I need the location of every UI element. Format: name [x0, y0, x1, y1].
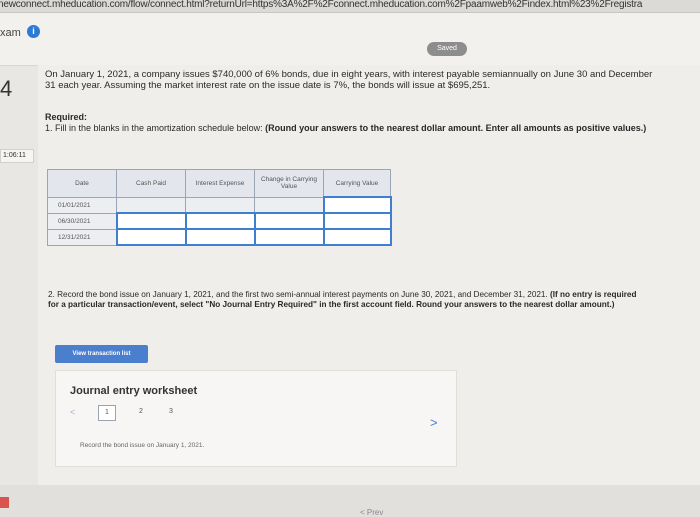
col-date: Date: [47, 169, 117, 198]
row-date: 12/31/2021: [47, 228, 117, 246]
interest-expense-input[interactable]: [184, 228, 256, 246]
page-2-button[interactable]: 2: [133, 405, 149, 419]
question-number: 4: [0, 76, 13, 101]
row-date: 06/30/2021: [47, 212, 117, 230]
footer-bar: [0, 485, 700, 517]
footer-prev-button[interactable]: < Prev: [360, 508, 383, 517]
journal-title: Journal entry worksheet: [70, 385, 198, 397]
required-section: Required: 1. Fill in the blanks in the a…: [45, 112, 665, 134]
cash-paid-cell-empty: [116, 196, 186, 214]
part2-instructions: 2. Record the bond issue on January 1, 2…: [48, 290, 648, 310]
table-row: 12/31/2021: [47, 228, 392, 246]
change-carrying-cell-empty: [254, 196, 324, 214]
url-text: newconnect.mheducation.com/flow/connect.…: [0, 0, 643, 10]
next-page-icon[interactable]: >: [430, 415, 438, 430]
interest-expense-cell-empty: [185, 196, 255, 214]
page-3-button[interactable]: 3: [163, 405, 179, 419]
schedule-header-row: Date Cash Paid Interest Expense Change i…: [47, 169, 391, 198]
col-change-carrying-value: Change in Carrying Value: [254, 169, 324, 198]
carrying-value-input[interactable]: [322, 196, 392, 214]
page-1-button[interactable]: 1: [98, 405, 116, 421]
table-row: 01/01/2021: [47, 196, 392, 214]
saved-status-badge: Saved: [427, 42, 467, 56]
exam-label: xam: [0, 27, 21, 39]
cash-paid-input[interactable]: [115, 212, 187, 230]
view-transaction-list-button[interactable]: View transaction list: [55, 345, 148, 363]
question-text: On January 1, 2021, a company issues $74…: [45, 69, 653, 91]
required-instruction: 1. Fill in the blanks in the amortizatio…: [45, 123, 266, 133]
journal-hint: Record the bond issue on January 1, 2021…: [80, 442, 205, 449]
table-row: 06/30/2021: [47, 212, 392, 230]
top-bar: xam i Saved: [0, 13, 700, 66]
prev-page-icon[interactable]: <: [70, 407, 75, 417]
col-interest-expense: Interest Expense: [185, 169, 255, 198]
row-date: 01/01/2021: [47, 196, 117, 214]
carrying-value-input[interactable]: [322, 212, 392, 230]
required-rounding-note: (Round your answers to the nearest dolla…: [265, 123, 647, 133]
info-icon[interactable]: i: [27, 25, 40, 38]
cash-paid-input[interactable]: [115, 228, 187, 246]
carrying-value-input[interactable]: [322, 228, 392, 246]
browser-url-bar[interactable]: newconnect.mheducation.com/flow/connect.…: [0, 0, 700, 13]
red-tab-icon[interactable]: [0, 497, 9, 508]
col-cash-paid: Cash Paid: [116, 169, 186, 198]
required-title: Required:: [45, 112, 88, 122]
change-carrying-value-input[interactable]: [253, 228, 325, 246]
timer: 1:06:11: [0, 149, 34, 163]
change-carrying-value-input[interactable]: [253, 212, 325, 230]
interest-expense-input[interactable]: [184, 212, 256, 230]
amortization-schedule: Date Cash Paid Interest Expense Change i…: [47, 169, 392, 246]
part2-text: 2. Record the bond issue on January 1, 2…: [48, 290, 551, 299]
col-carrying-value: Carrying Value: [323, 169, 391, 198]
